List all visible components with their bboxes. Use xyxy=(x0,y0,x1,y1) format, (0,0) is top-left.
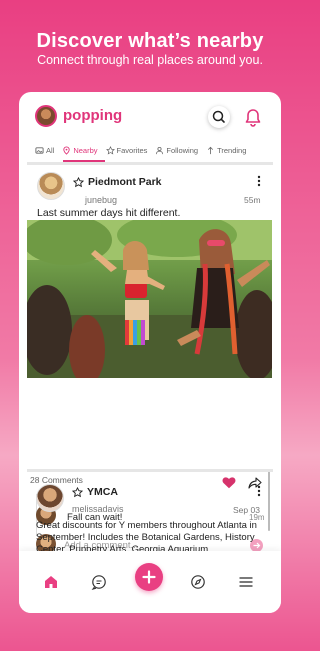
promo-subtitle: Connect through real places around you. xyxy=(37,53,263,67)
star-icon[interactable] xyxy=(73,176,84,188)
avatar[interactable] xyxy=(37,172,65,200)
add-button[interactable] xyxy=(135,563,163,591)
comments-scrollbar[interactable] xyxy=(268,471,270,531)
star-icon[interactable] xyxy=(72,486,83,498)
tab-trending[interactable]: Trending xyxy=(206,146,246,155)
promo-title: Discover what’s nearby xyxy=(36,30,264,52)
post-time: Sep 03 xyxy=(233,505,260,515)
bell-icon xyxy=(245,109,261,127)
search-icon xyxy=(212,110,225,123)
post-photo[interactable] xyxy=(27,220,272,378)
post-divider xyxy=(27,469,273,472)
post-place[interactable]: YMCA xyxy=(72,486,118,498)
feed-tabs: All Nearby Favorites Following Trending xyxy=(19,139,281,161)
search-button[interactable] xyxy=(208,106,230,128)
logo-avatar xyxy=(35,105,57,127)
app-screen: popping All Nearby Favorites Following T… xyxy=(19,92,281,613)
avatar[interactable] xyxy=(36,484,64,512)
app-name: popping xyxy=(63,107,123,124)
tab-nearby[interactable]: Nearby xyxy=(62,145,98,155)
tab-favorites[interactable]: Favorites xyxy=(105,145,148,155)
tab-trending-label: Trending xyxy=(217,145,247,155)
heart-icon[interactable] xyxy=(222,476,236,489)
post-place[interactable]: Piedmont Park xyxy=(73,176,162,188)
tab-nearby-label: Nearby xyxy=(73,145,98,155)
home-icon[interactable] xyxy=(42,573,60,591)
tab-favorites-label: Favorites xyxy=(116,145,148,155)
location-pin-icon xyxy=(63,145,70,155)
tab-all[interactable]: All xyxy=(35,146,54,155)
post-time: 55m xyxy=(244,195,261,205)
tab-following-label: Following xyxy=(166,145,199,155)
post-place-name: Piedmont Park xyxy=(88,176,162,188)
tab-all-label: All xyxy=(46,145,55,155)
post-place-name: YMCA xyxy=(87,486,118,498)
notifications-button[interactable] xyxy=(242,106,264,128)
menu-icon[interactable] xyxy=(237,573,255,591)
tab-following[interactable]: Following xyxy=(155,146,198,155)
post-username[interactable]: melissadavis xyxy=(72,504,124,514)
add-icon xyxy=(142,570,156,584)
comments-count[interactable]: 28 Comments xyxy=(30,475,83,485)
chat-icon[interactable] xyxy=(90,573,108,591)
image-icon xyxy=(35,146,44,154)
arrow-up-icon xyxy=(208,146,214,154)
more-options-icon[interactable] xyxy=(257,485,261,497)
app-header: popping xyxy=(19,92,281,140)
bottom-nav xyxy=(19,551,281,613)
star-icon xyxy=(105,145,115,154)
user-icon xyxy=(156,146,164,154)
festival-photo xyxy=(27,220,272,378)
compass-icon[interactable] xyxy=(189,573,207,591)
post-caption: Last summer days hit different. xyxy=(37,207,181,219)
more-options-icon[interactable] xyxy=(257,175,261,187)
tab-divider xyxy=(27,162,273,165)
post-username[interactable]: junebug xyxy=(85,195,117,205)
